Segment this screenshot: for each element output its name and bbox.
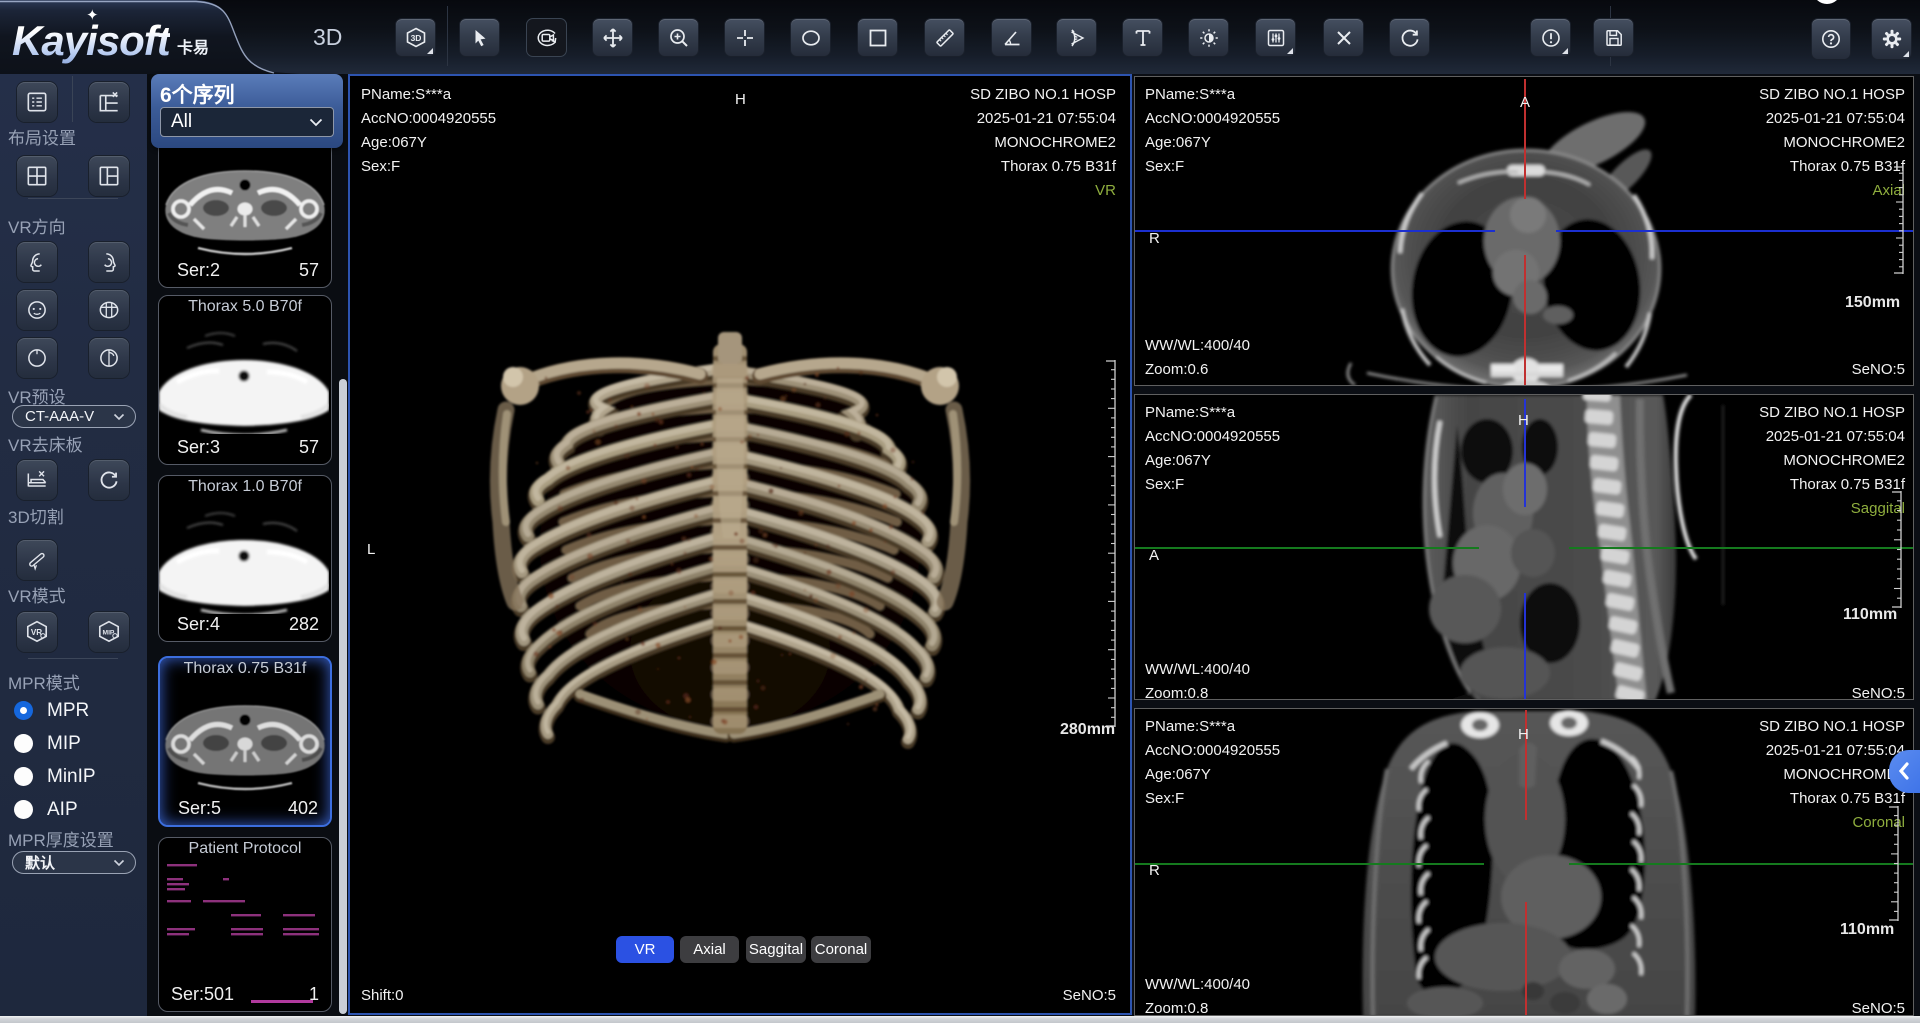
svg-text:3D: 3D <box>410 33 421 43</box>
